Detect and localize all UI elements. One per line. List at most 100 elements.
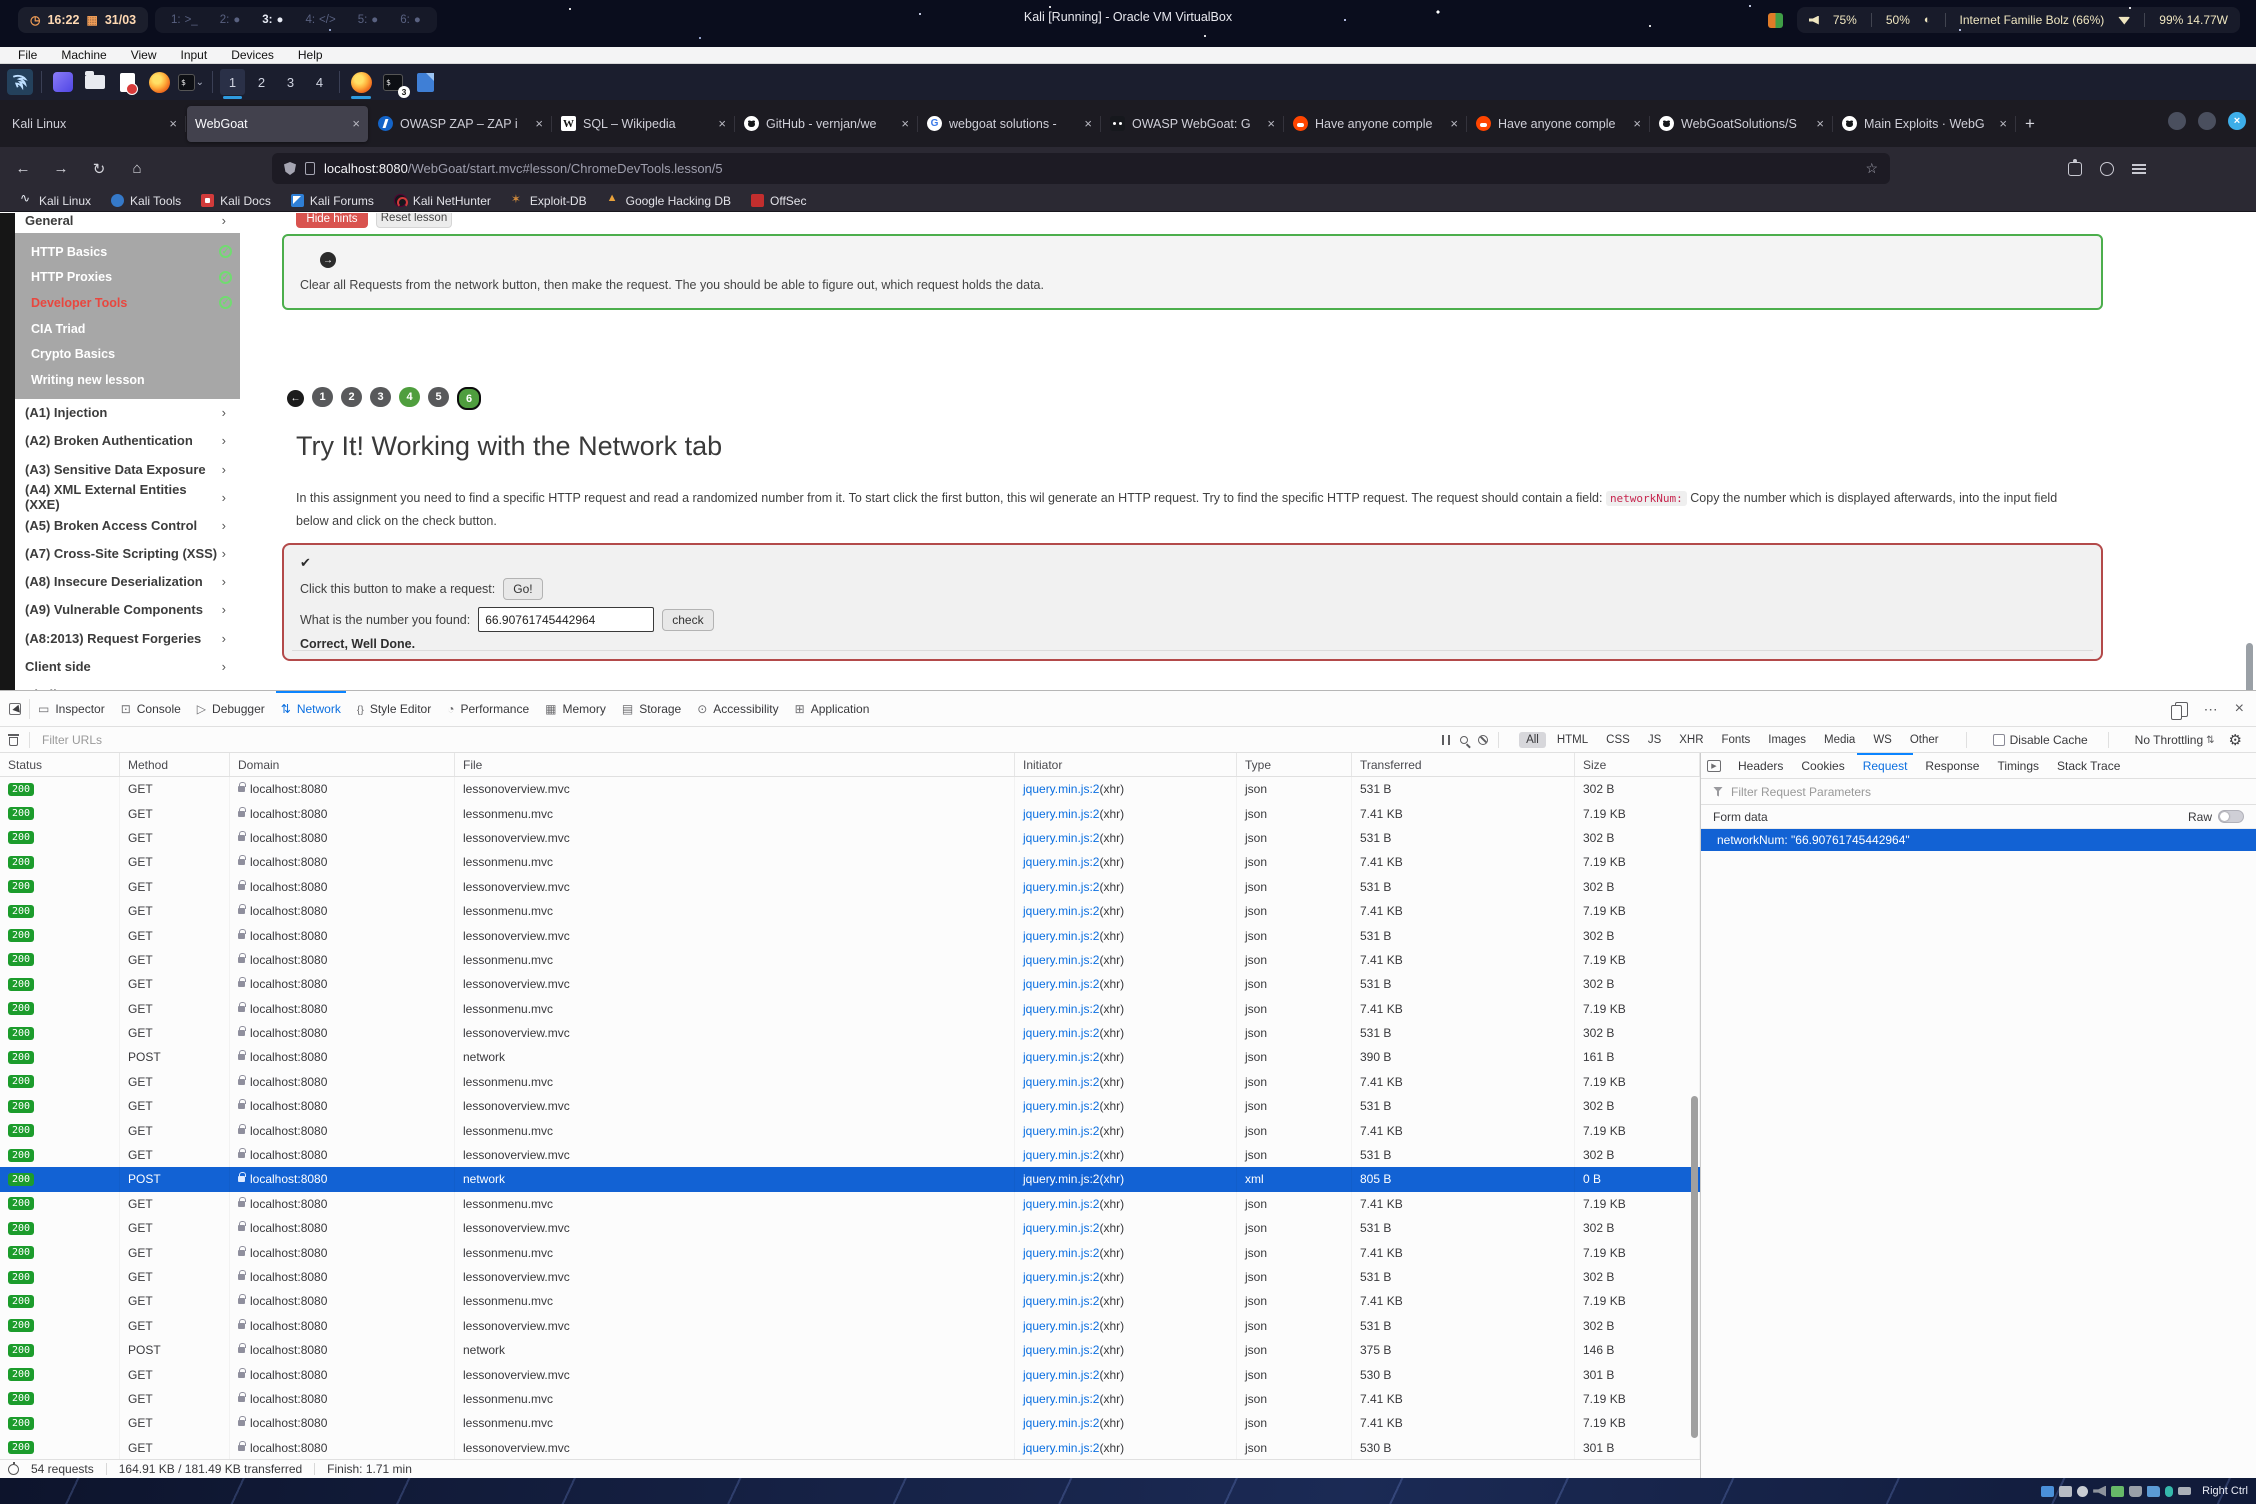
taskbar-workspace[interactable]: 2 — [249, 69, 274, 95]
type-filter-pill[interactable]: Fonts — [1715, 732, 1758, 748]
column-header[interactable]: Domain — [230, 753, 455, 776]
bookmark-item[interactable]: Kali NetHunter — [394, 194, 491, 208]
browser-tab[interactable]: OWASP WebGoat: G — [1102, 106, 1283, 142]
tab-close-icon[interactable] — [169, 116, 177, 131]
detail-tab[interactable]: Timings — [1988, 753, 2048, 779]
initiator-link[interactable]: jquery.min.js:2 — [1023, 1343, 1099, 1357]
tab-close-icon[interactable] — [1267, 116, 1275, 131]
sidebar-category[interactable]: (A7) Cross-Site Scripting (XSS) › — [15, 540, 240, 568]
sidebar-lesson-item[interactable]: Developer Tools ✓ — [15, 290, 240, 316]
throttling-select[interactable]: No Throttling ⇅ — [2135, 733, 2215, 747]
shared-folder-icon[interactable] — [2147, 1486, 2160, 1497]
request-row[interactable]: 200 GET localhost:8080 lessonmenu.mvc jq… — [0, 997, 1700, 1021]
initiator-link[interactable]: jquery.min.js:2 — [1023, 1246, 1099, 1260]
browser-tab[interactable]: Main Exploits · WebG — [1834, 106, 2015, 142]
text-editor-button[interactable] — [114, 69, 140, 95]
detail-tab[interactable]: Headers — [1729, 753, 1792, 779]
sidebar-category[interactable]: (A3) Sensitive Data Exposure › — [15, 455, 240, 483]
request-row[interactable]: 200 GET localhost:8080 lessonoverview.mv… — [0, 1216, 1700, 1240]
initiator-link[interactable]: jquery.min.js:2 — [1023, 1270, 1099, 1284]
app-launcher-purple[interactable] — [50, 69, 76, 95]
page-info-icon[interactable] — [305, 162, 315, 175]
sidebar-lesson-item[interactable]: HTTP Proxies ✓ — [15, 265, 240, 291]
go-button[interactable]: Go! — [503, 578, 542, 600]
gear-icon[interactable]: ⚙ — [2229, 731, 2242, 749]
devtools-tab[interactable]: Style Editor — [349, 691, 439, 727]
column-header[interactable]: Initiator — [1015, 753, 1237, 776]
network-adapter-icon[interactable] — [2111, 1486, 2124, 1497]
taskbar-workspace[interactable]: 1 — [220, 69, 245, 95]
terminal-running-window[interactable]: $ 3 — [380, 69, 406, 95]
request-row[interactable]: 200 POST localhost:8080 network jquery.m… — [0, 1167, 1700, 1191]
status-tray[interactable]: 75% 50% ◐ Internet Familie Bolz (66%) 99… — [1797, 7, 2240, 33]
type-filter-pill[interactable]: HTML — [1550, 732, 1595, 748]
initiator-link[interactable]: jquery.min.js:2 — [1023, 1172, 1099, 1186]
tab-close-icon[interactable] — [1633, 116, 1641, 131]
request-row[interactable]: 200 GET localhost:8080 lessonoverview.mv… — [0, 1021, 1700, 1045]
initiator-link[interactable]: jquery.min.js:2 — [1023, 929, 1099, 943]
tab-close-icon[interactable] — [535, 116, 543, 131]
request-row[interactable]: 200 GET localhost:8080 lessonmenu.mvc jq… — [0, 801, 1700, 825]
request-row[interactable]: 200 GET localhost:8080 lessonoverview.mv… — [0, 972, 1700, 996]
page-button[interactable]: 1 — [312, 387, 333, 407]
request-row[interactable]: 200 GET localhost:8080 lessonoverview.mv… — [0, 1265, 1700, 1289]
responsive-design-icon[interactable] — [2175, 702, 2188, 717]
form-data-param[interactable]: networkNum: "66.90761745442964" — [1701, 829, 2256, 851]
request-row[interactable]: 200 GET localhost:8080 lessonoverview.mv… — [0, 777, 1700, 801]
menubar-item[interactable]: Input — [181, 48, 208, 62]
browser-tab[interactable]: GitHub - vernjan/we — [736, 106, 917, 142]
sidebar-item-general[interactable]: General › — [15, 213, 240, 233]
request-row[interactable]: 200 GET localhost:8080 lessonoverview.mv… — [0, 1094, 1700, 1118]
disable-cache-checkbox[interactable] — [1993, 734, 2005, 746]
initiator-link[interactable]: jquery.min.js:2 — [1023, 1050, 1099, 1064]
sidebar-category[interactable]: Challenges › — [15, 680, 240, 690]
menubar-item[interactable]: Devices — [231, 48, 274, 62]
firefox-running-window[interactable] — [348, 69, 374, 95]
request-row[interactable]: 200 GET localhost:8080 lessonmenu.mvc jq… — [0, 1118, 1700, 1142]
tracking-shield-icon[interactable] — [284, 162, 296, 175]
display-icon[interactable] — [2041, 1486, 2054, 1497]
devtools-tab[interactable]: Storage — [614, 691, 689, 727]
devtools-tab[interactable]: Performance — [439, 691, 537, 727]
initiator-link[interactable]: jquery.min.js:2 — [1023, 1124, 1099, 1138]
initiator-link[interactable]: jquery.min.js:2 — [1023, 1416, 1099, 1430]
menubar-item[interactable]: Help — [298, 48, 323, 62]
browser-tab[interactable]: WebGoat — [187, 106, 368, 142]
hide-hints-button[interactable]: Hide hints — [296, 213, 368, 228]
type-filter-pill[interactable]: XHR — [1672, 732, 1710, 748]
sidebar-category[interactable]: (A9) Vulnerable Components › — [15, 596, 240, 624]
sidebar-lesson-item[interactable]: Writing new lesson ✓ — [15, 367, 240, 393]
devtools-tab[interactable]: Console — [113, 691, 189, 727]
bookmark-item[interactable]: Kali Tools — [111, 194, 181, 208]
request-row[interactable]: 200 GET localhost:8080 lessonmenu.mvc jq… — [0, 1387, 1700, 1411]
tab-close-icon[interactable] — [1816, 116, 1824, 131]
account-icon[interactable] — [2100, 162, 2114, 176]
tab-close-icon[interactable] — [1999, 116, 2007, 131]
bookmark-item[interactable]: Kali Docs — [201, 194, 271, 208]
request-row[interactable]: 200 GET localhost:8080 lessonoverview.mv… — [0, 923, 1700, 947]
answer-input[interactable] — [478, 607, 654, 632]
filter-params-input[interactable] — [1729, 784, 2029, 800]
hint-arrow-icon[interactable]: → — [320, 252, 336, 268]
extensions-icon[interactable] — [2068, 162, 2082, 176]
home-button[interactable]: ⌂ — [122, 154, 152, 184]
initiator-link[interactable]: jquery.min.js:2 — [1023, 1221, 1099, 1235]
panel-app-icon[interactable] — [1768, 13, 1783, 28]
keyboard-icon[interactable] — [2178, 1487, 2191, 1495]
browser-tab[interactable]: SQL – Wikipedia — [553, 106, 734, 142]
request-row[interactable]: 200 POST localhost:8080 network jquery.m… — [0, 1338, 1700, 1362]
reload-button[interactable]: ↻ — [84, 154, 114, 184]
initiator-link[interactable]: jquery.min.js:2 — [1023, 1099, 1099, 1113]
audio-icon[interactable] — [2093, 1486, 2106, 1497]
pause-icon[interactable] — [1442, 735, 1450, 745]
tab-close-icon[interactable] — [718, 116, 726, 131]
browser-tab[interactable]: Have anyone comple — [1468, 106, 1649, 142]
close-button[interactable] — [2228, 112, 2246, 130]
type-filter-pill[interactable]: All — [1519, 732, 1546, 748]
tab-close-icon[interactable] — [352, 116, 360, 131]
mouse-icon[interactable] — [2165, 1486, 2173, 1497]
initiator-link[interactable]: jquery.min.js:2 — [1023, 1294, 1099, 1308]
browser-tab[interactable]: webgoat solutions - — [919, 106, 1100, 142]
sidebar-category[interactable]: (A8) Insecure Deserialization › — [15, 568, 240, 596]
request-row[interactable]: 200 GET localhost:8080 lessonoverview.mv… — [0, 875, 1700, 899]
